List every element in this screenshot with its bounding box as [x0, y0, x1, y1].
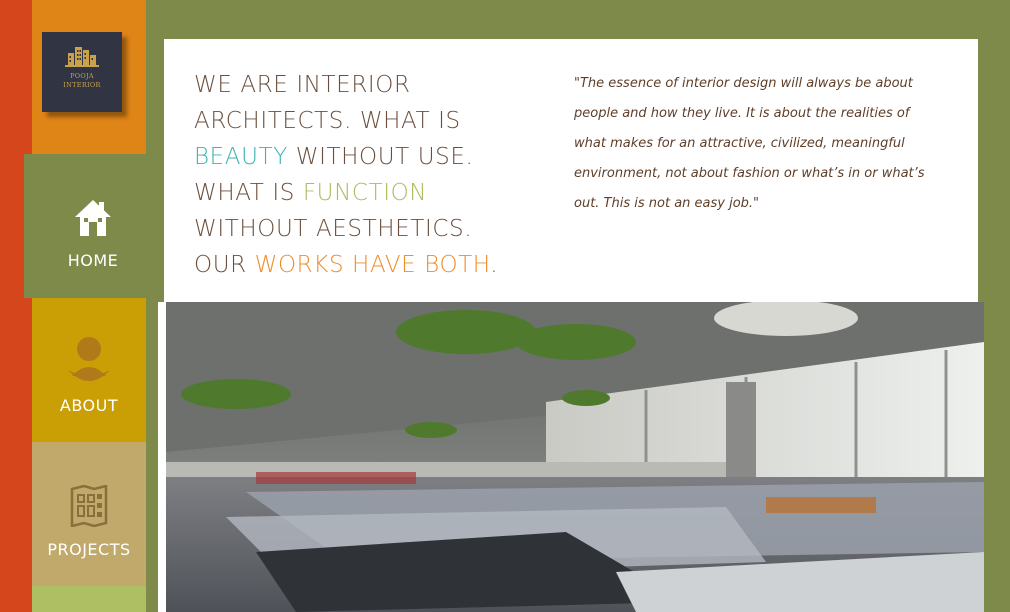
headline-line-3: BEAUTY WITHOUT USE. [194, 139, 534, 175]
intro-card: WE ARE INTERIOR ARCHITECTS. WHAT IS BEAU… [164, 39, 978, 302]
person-icon [68, 337, 110, 381]
headline-line-1: WE ARE INTERIOR [194, 72, 411, 98]
logo[interactable]: POOJA INTERIOR [42, 32, 122, 112]
accent-beauty: BEAUTY [194, 144, 288, 170]
office-interior-photo [166, 302, 984, 612]
logo-line-1: POOJA [70, 72, 94, 80]
headline: WE ARE INTERIOR ARCHITECTS. WHAT IS BEAU… [194, 67, 534, 283]
headline-line-6-start: OUR [194, 252, 255, 278]
headline-line-2: ARCHITECTS. WHAT IS [194, 108, 461, 134]
headline-line-3-rest: WITHOUT USE. [287, 144, 474, 170]
photo-frame [158, 302, 984, 612]
accent-function: FUNCTION [302, 180, 428, 206]
nav-projects-label: PROJECTS [47, 540, 131, 559]
design-quote: "The essence of interior design will alw… [574, 76, 925, 211]
nav-next-item[interactable] [32, 586, 146, 612]
headline-line-4-start: WHAT IS [194, 180, 303, 206]
nav-projects[interactable]: PROJECTS [32, 442, 146, 586]
left-color-strip [0, 0, 32, 612]
blueprint-icon [70, 485, 108, 527]
logo-block: POOJA INTERIOR [32, 0, 146, 154]
nav-about-label: ABOUT [59, 396, 119, 415]
headline-line-6: OUR WORKS HAVE BOTH. [194, 247, 534, 283]
logo-line-2: INTERIOR [63, 81, 101, 89]
building-icon [65, 47, 99, 67]
headline-line-4: WHAT IS FUNCTION [194, 175, 534, 211]
nav-about[interactable]: ABOUT [32, 298, 146, 442]
headline-line-5: WITHOUT AESTHETICS. [194, 216, 473, 242]
headline-line-6-end: . [490, 252, 499, 278]
nav-home-label: HOME [67, 251, 119, 270]
accent-works: WORKS HAVE BOTH [254, 252, 491, 278]
house-icon [75, 200, 111, 236]
nav-home[interactable]: HOME [24, 154, 162, 298]
